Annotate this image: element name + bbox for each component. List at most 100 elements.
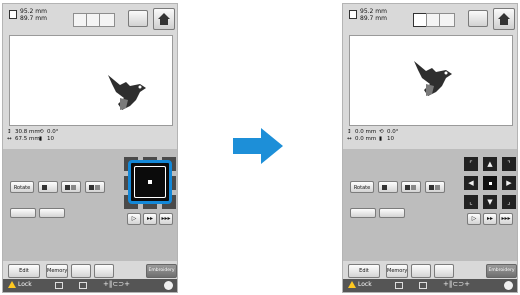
- memory-button[interactable]: Memory: [386, 264, 408, 278]
- screen-after: 95.2 mm 89.7 mm ↕ 0.0 mm ⟲ 0.0° ↔ 0.0 mm ▮ 10 …: [342, 3, 518, 293]
- rotate-button[interactable]: Rotate: [350, 181, 374, 193]
- status-bar: Lock +‖⊂⊃+: [343, 279, 517, 292]
- rotate-button[interactable]: Rotate: [10, 181, 34, 193]
- offset-horizontal: 0.0 mm: [355, 135, 377, 142]
- angle-value: 0.0°: [47, 129, 59, 135]
- hoop-size-indicator: [73, 13, 115, 27]
- memory-label: Memory: [47, 268, 68, 274]
- copy-icon: [405, 185, 410, 190]
- lock-button[interactable]: Lock: [8, 281, 32, 288]
- screen-icon[interactable]: [419, 282, 427, 289]
- copy-button[interactable]: [401, 181, 421, 193]
- status-bar: Lock +‖⊂⊃+: [3, 279, 177, 292]
- offset-horizontal: 67.5 mm: [15, 135, 40, 142]
- dpad-up[interactable]: ▲: [483, 157, 497, 171]
- thread-button[interactable]: [411, 264, 431, 278]
- step-forward-button[interactable]: ▷: [127, 213, 141, 225]
- density-right-button[interactable]: [379, 208, 405, 218]
- fast-forward-button[interactable]: ▸▸: [483, 213, 497, 225]
- hoop-size-large: [439, 13, 455, 27]
- skip-end-button[interactable]: ▸▸▸: [159, 213, 173, 225]
- position-readout: ↕ 30.8 mm⟲ 0.0° ↔ 67.5 mm▮ 10: [7, 129, 59, 142]
- color-icon: [89, 185, 94, 190]
- hoop-size-small: [73, 13, 87, 27]
- mirror-button[interactable]: [378, 181, 398, 193]
- warning-icon: [348, 281, 356, 288]
- fast-forward-button[interactable]: ▸▸: [143, 213, 157, 225]
- density-left-button[interactable]: [10, 208, 36, 218]
- top-bar: 95.2 mm 89.7 mm: [3, 4, 177, 35]
- home-icon: [158, 13, 170, 25]
- pattern-size: 95.2 mm 89.7 mm: [20, 8, 47, 22]
- embroidery-button[interactable]: Embroidery: [486, 264, 517, 278]
- step-forward-button[interactable]: ▷: [467, 213, 481, 225]
- hoop-select-button[interactable]: [468, 10, 488, 27]
- pattern-canvas: [9, 35, 173, 126]
- memory-button[interactable]: Memory: [46, 264, 68, 278]
- move-pad: ⌜ ▲ ⌝ ◀ ▶ ⌞ ▼ ⌟: [464, 157, 516, 209]
- dpad-corner-bl[interactable]: ⌞: [464, 195, 478, 209]
- screen-icon[interactable]: [79, 282, 87, 289]
- embroidery-button[interactable]: Embroidery: [146, 264, 177, 278]
- dpad-down[interactable]: ▼: [483, 195, 497, 209]
- edit-button[interactable]: Edit: [8, 264, 40, 278]
- position-readout: ↕ 0.0 mm ⟲ 0.0° ↔ 0.0 mm ▮ 10: [347, 129, 399, 142]
- dpad-left[interactable]: ◀: [464, 176, 478, 190]
- dpad-corner-tl[interactable]: ⌜: [464, 157, 478, 171]
- right-arrow-icon: [233, 128, 283, 164]
- bottom-bar: Edit Memory Embroidery: [343, 262, 517, 280]
- hoop-size-medium: [426, 13, 440, 27]
- size-icon: [349, 10, 357, 19]
- edit-label: Edit: [19, 268, 29, 274]
- size-width: 95.2 mm: [360, 8, 387, 15]
- hoop-size-medium: [86, 13, 100, 27]
- edit-label: Edit: [359, 268, 369, 274]
- hoop-size-indicator: [413, 13, 455, 27]
- frame-button[interactable]: [94, 264, 114, 278]
- skip-end-button[interactable]: ▸▸▸: [499, 213, 513, 225]
- help-icon[interactable]: [164, 281, 173, 290]
- needle-icon: +‖⊂⊃+: [443, 280, 470, 288]
- embroidery-label: Embroidery: [488, 268, 515, 273]
- home-button[interactable]: [153, 8, 175, 30]
- copy-button[interactable]: [61, 181, 81, 193]
- density-left-button[interactable]: [350, 208, 376, 218]
- dpad-right[interactable]: ▶: [502, 176, 516, 190]
- hoop-select-button[interactable]: [128, 10, 148, 27]
- screen-before: 95.2 mm 89.7 mm ↕ 30.8 mm⟲ 0.0° ↔ 67.5 mm▮ 1…: [2, 3, 178, 293]
- center-icon: [148, 180, 152, 184]
- memory-label: Memory: [387, 268, 408, 274]
- page-icon[interactable]: [55, 282, 63, 289]
- mirror-button[interactable]: [38, 181, 58, 193]
- angle-value: 0.0°: [387, 129, 399, 135]
- mirror-icon: [382, 185, 387, 190]
- pattern-canvas: [349, 35, 513, 126]
- density-right-button[interactable]: [39, 208, 65, 218]
- size-width: 95.2 mm: [20, 8, 47, 15]
- color-icon: [429, 185, 434, 190]
- bird-pattern: [108, 75, 146, 110]
- home-button[interactable]: [493, 8, 515, 30]
- center-button-highlighted[interactable]: [128, 160, 172, 204]
- color-button[interactable]: [85, 181, 105, 193]
- dpad-center[interactable]: [483, 176, 497, 190]
- copy-icon: [65, 185, 70, 190]
- pattern-size: 95.2 mm 89.7 mm: [360, 8, 387, 22]
- thread-button[interactable]: [71, 264, 91, 278]
- size-height: 89.7 mm: [360, 15, 387, 22]
- help-icon[interactable]: [504, 281, 513, 290]
- rotate-label: Rotate: [13, 185, 31, 191]
- dpad-corner-br[interactable]: ⌟: [502, 195, 516, 209]
- edit-panel: Rotate ⌜ ▲ ⌝ ◀ ▶ ⌞ ▼ ⌟ ▷ ▸▸ ▸▸▸: [343, 149, 517, 261]
- edit-panel: Rotate ▷ ▸▸ ▸▸▸: [3, 149, 177, 261]
- lock-label: Lock: [18, 281, 32, 288]
- hoop-size-large: [99, 13, 115, 27]
- warning-icon: [8, 281, 16, 288]
- page-icon[interactable]: [395, 282, 403, 289]
- edit-button[interactable]: Edit: [348, 264, 380, 278]
- dpad-corner-tr[interactable]: ⌝: [502, 157, 516, 171]
- lock-button[interactable]: Lock: [348, 281, 372, 288]
- color-button[interactable]: [425, 181, 445, 193]
- rotate-label: Rotate: [353, 185, 371, 191]
- frame-button[interactable]: [434, 264, 454, 278]
